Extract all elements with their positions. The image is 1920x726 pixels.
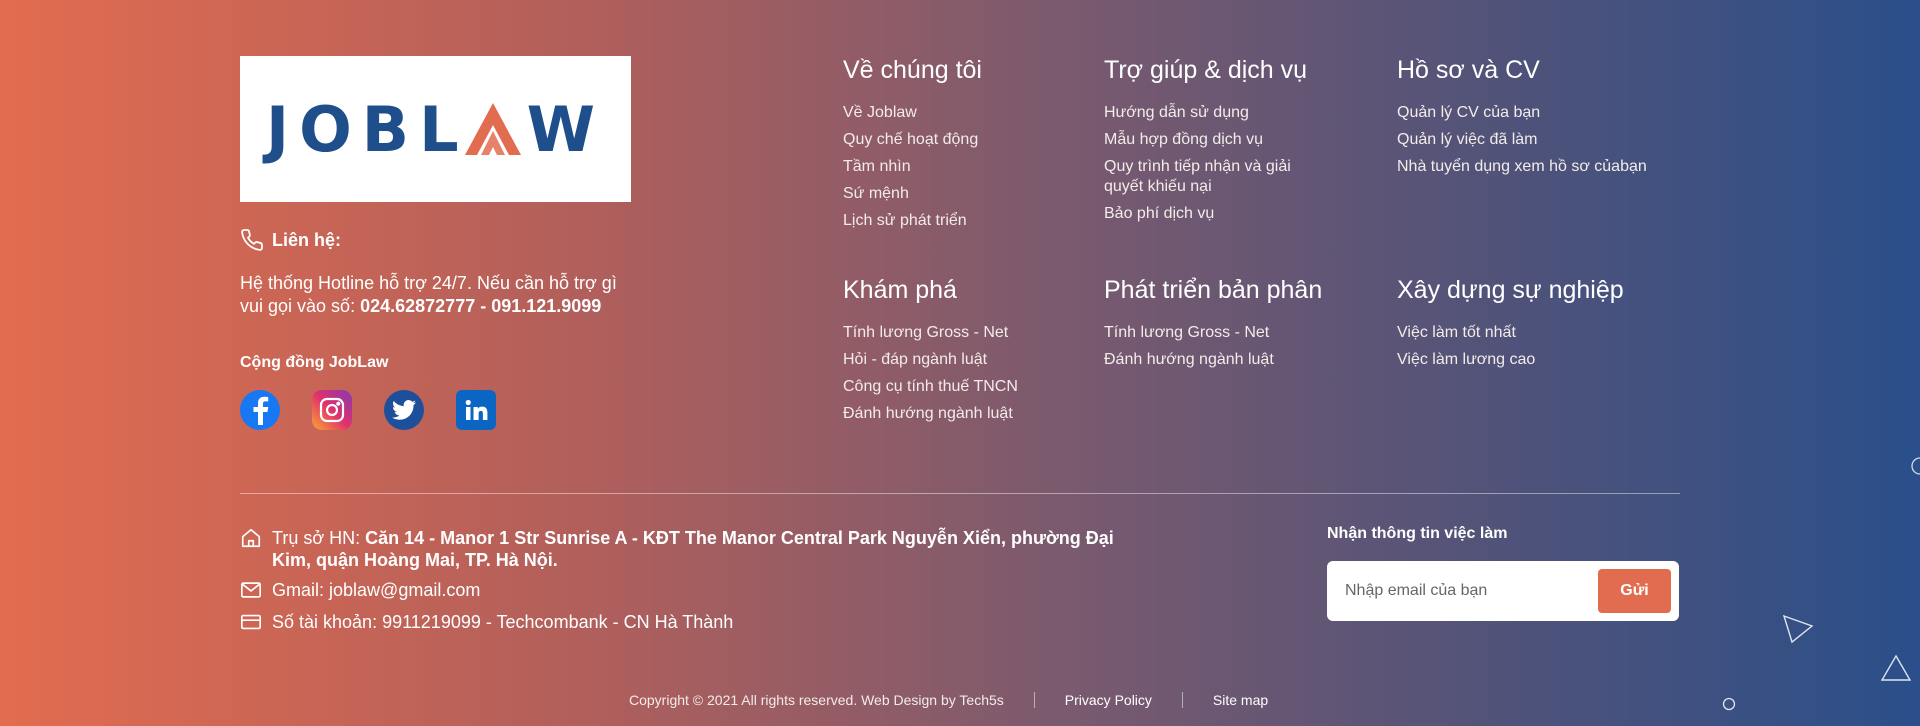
column-title: Khám phá bbox=[843, 276, 957, 304]
logo-text-left: JOBL bbox=[266, 92, 469, 166]
gmail-label: Gmail: bbox=[272, 580, 325, 600]
decorative-triangle bbox=[1880, 654, 1912, 681]
logo-a-mark bbox=[464, 103, 521, 155]
facebook-icon[interactable] bbox=[240, 390, 280, 430]
gmail-link[interactable]: joblaw@gmail.com bbox=[329, 580, 480, 600]
footer-link[interactable]: Về Joblaw bbox=[843, 103, 982, 123]
social-links bbox=[240, 390, 496, 430]
footer-link[interactable]: Đánh hướng ngành luật bbox=[1104, 350, 1322, 370]
bottom-bar: Copyright © 2021 All rights reserved. We… bbox=[629, 692, 1268, 708]
footer-link[interactable]: Mẫu hợp đồng dịch vụ bbox=[1104, 130, 1324, 150]
column-career: Xây dựng sự nghiệp Việc làm tốt nhất Việ… bbox=[1397, 275, 1624, 377]
footer-link[interactable]: Lịch sử phát triển bbox=[843, 211, 982, 231]
separator bbox=[1033, 692, 1035, 708]
address-row: Trụ sở HN: Căn 14 - Manor 1 Str Sunrise … bbox=[240, 527, 1140, 571]
instagram-icon[interactable] bbox=[312, 390, 352, 430]
footer-link[interactable]: Việc làm lương cao bbox=[1397, 350, 1624, 370]
mail-icon bbox=[241, 582, 261, 598]
phone-icon bbox=[241, 229, 263, 251]
copyright-text: Copyright © 2021 All rights reserved. We… bbox=[629, 692, 1004, 708]
footer-link[interactable]: Nhà tuyển dụng xem hồ sơ củabạn bbox=[1397, 157, 1647, 177]
card-icon bbox=[241, 614, 261, 630]
decorative-triangle bbox=[1782, 614, 1814, 644]
logo-text-right: W bbox=[526, 92, 605, 166]
account-value: 9911219099 - Techcombank - CN Hà Thành bbox=[382, 612, 734, 632]
newsletter-label: Nhận thông tin việc làm bbox=[1327, 525, 1508, 542]
column-title: Trợ giúp & dịch vụ bbox=[1104, 56, 1308, 84]
address-label: Trụ sở HN: bbox=[272, 528, 361, 548]
footer-link[interactable]: Hỏi - đáp ngành luật bbox=[843, 350, 1018, 370]
footer-link[interactable]: Tính lương Gross - Net bbox=[843, 323, 1018, 343]
footer-link[interactable]: Bảo phí dịch vụ bbox=[1104, 204, 1324, 224]
footer-link[interactable]: Hướng dẫn sử dụng bbox=[1104, 103, 1324, 123]
contact-heading: Liên hệ: bbox=[240, 228, 341, 252]
contact-heading-label: Liên hệ: bbox=[272, 229, 342, 250]
column-explore: Khám phá Tính lương Gross - Net Hỏi - đá… bbox=[843, 275, 1018, 431]
address-value: Căn 14 - Manor 1 Str Sunrise A - KĐT The… bbox=[272, 528, 1114, 570]
send-button[interactable]: Gửi bbox=[1598, 569, 1671, 613]
footer-link[interactable]: Tầm nhìn bbox=[843, 157, 982, 177]
column-title: Phát triển bản phân bbox=[1104, 276, 1323, 304]
footer-link[interactable]: Công cụ tính thuế TNCN bbox=[843, 377, 1018, 397]
account-label: Số tài khoản: bbox=[272, 612, 378, 632]
decorative-circle bbox=[1911, 457, 1920, 475]
gmail-row: Gmail: joblaw@gmail.com bbox=[240, 579, 480, 601]
footer-link[interactable]: Quy trình tiếp nhận và giải quyết khiếu … bbox=[1104, 157, 1324, 197]
footer-link[interactable]: Việc làm tốt nhất bbox=[1397, 323, 1624, 343]
footer-link[interactable]: Quản lý việc đã làm bbox=[1397, 130, 1647, 150]
column-cv: Hồ sơ và CV Quản lý CV của bạn Quản lý v… bbox=[1397, 55, 1647, 184]
linkedin-icon[interactable] bbox=[456, 390, 496, 430]
separator bbox=[1181, 692, 1183, 708]
newsletter-form: Gửi bbox=[1327, 561, 1679, 621]
column-title: Về chúng tôi bbox=[843, 56, 982, 84]
column-title: Xây dựng sự nghiệp bbox=[1397, 276, 1624, 304]
sitemap-link[interactable]: Site map bbox=[1213, 692, 1268, 708]
twitter-icon[interactable] bbox=[384, 390, 424, 430]
privacy-policy-link[interactable]: Privacy Policy bbox=[1065, 692, 1152, 708]
community-label: Cộng đồng JobLaw bbox=[240, 354, 389, 371]
footer-link[interactable]: Quy chế hoạt động bbox=[843, 130, 982, 150]
account-row: Số tài khoản: 9911219099 - Techcombank -… bbox=[240, 611, 733, 633]
column-development: Phát triển bản phân Tính lương Gross - N… bbox=[1104, 275, 1322, 377]
column-about: Về chúng tôi Về Joblaw Quy chế hoạt động… bbox=[843, 55, 982, 238]
logo[interactable]: JOBL W bbox=[240, 56, 631, 202]
footer-link[interactable]: Tính lương Gross - Net bbox=[1104, 323, 1322, 343]
column-title: Hồ sơ và CV bbox=[1397, 56, 1540, 84]
footer-link[interactable]: Đánh hướng ngành luật bbox=[843, 404, 1018, 424]
contact-text: Hệ thống Hotline hỗ trợ 24/7. Nếu cần hỗ… bbox=[240, 272, 640, 318]
footer-link[interactable]: Quản lý CV của bạn bbox=[1397, 103, 1647, 123]
column-help: Trợ giúp & dịch vụ Hướng dẫn sử dụng Mẫu… bbox=[1104, 55, 1324, 231]
footer-link[interactable]: Sứ mệnh bbox=[843, 184, 982, 204]
home-icon bbox=[241, 528, 261, 548]
decorative-circle bbox=[1722, 697, 1736, 711]
hotline-number[interactable]: 024.62872777 - 091.121.9099 bbox=[360, 296, 601, 316]
email-input[interactable] bbox=[1343, 581, 1598, 601]
footer-divider bbox=[240, 493, 1680, 494]
